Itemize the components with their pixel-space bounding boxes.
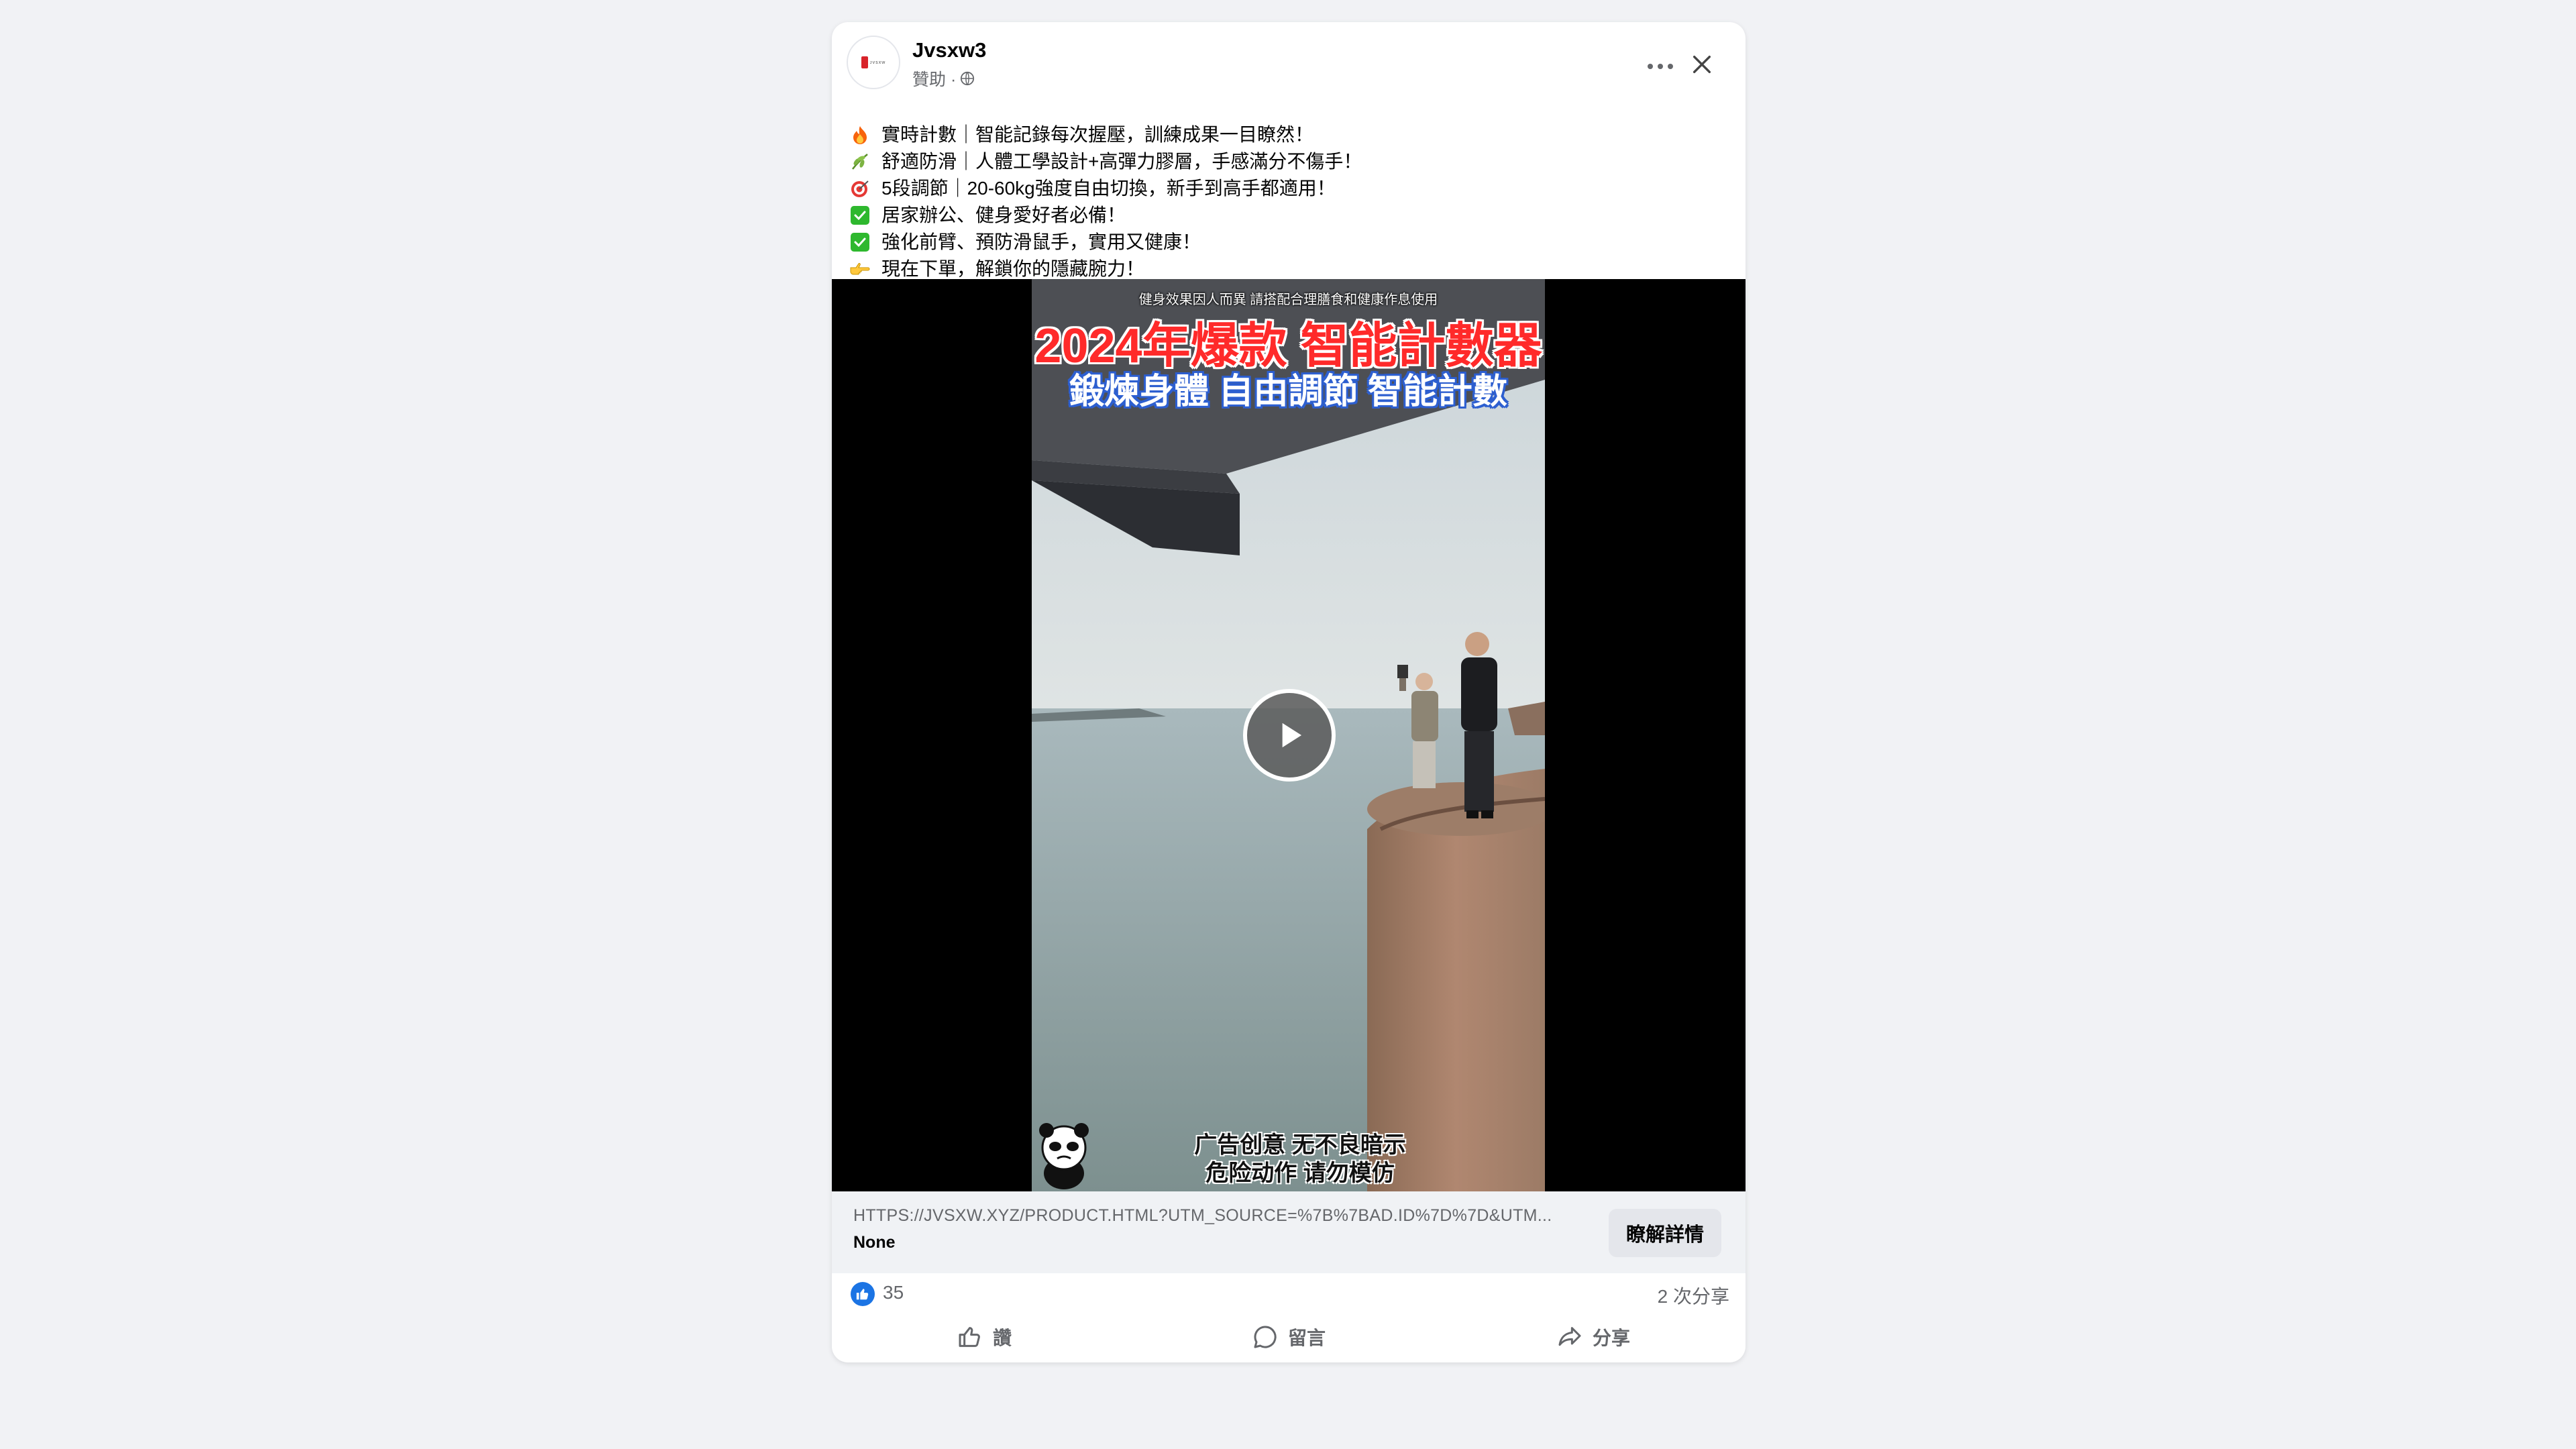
close-icon[interactable] (1685, 48, 1719, 81)
comment-icon (1254, 1326, 1277, 1348)
post-meta: 贊助 · (912, 66, 975, 91)
page-avatar[interactable]: ᴊᴠꜱxᴡ (847, 36, 900, 89)
link-title[interactable]: None (853, 1233, 896, 1252)
target-icon (848, 178, 872, 199)
herb-icon (848, 151, 872, 172)
sponsored-label: 贊助 · (912, 70, 957, 89)
ad-post-card: ᴊᴠꜱxᴡ Jvsxw3 贊助 · 實時計數｜智能記錄每次握壓，訓練成果一目瞭然… (832, 22, 1746, 1362)
health-note: 健身效果因人而異 請搭配合理膳食和健康作息使用 (1138, 292, 1438, 307)
post-text-line: 現在下單，解鎖你的隱藏腕力！ (848, 256, 1733, 282)
globe-icon (961, 71, 975, 86)
thumbs-up-icon (959, 1327, 980, 1347)
post-text-line: 5段調節｜20-60kg強度自由切換，新手到高手都適用！ (848, 175, 1733, 202)
person-right (1461, 632, 1497, 818)
like-count[interactable]: 35 (883, 1282, 904, 1303)
like-button[interactable]: 讚 (832, 1317, 1136, 1357)
page-name[interactable]: Jvsxw3 (912, 38, 986, 62)
post-actions: 讚 留言 分享 (832, 1317, 1746, 1357)
link-preview[interactable]: HTTPS://JVSXW.XYZ/PRODUCT.HTML?UTM_SOURC… (832, 1191, 1746, 1273)
play-icon[interactable] (1243, 689, 1336, 782)
panda-sticker (1039, 1123, 1089, 1189)
post-stats: 35 2 次分享 (832, 1277, 1746, 1317)
share-button[interactable]: 分享 (1441, 1317, 1746, 1357)
check-mark-icon (848, 205, 872, 226)
post-header: ᴊᴠꜱxᴡ Jvsxw3 贊助 · (832, 22, 1746, 99)
post-text-line: 強化前臂、預防滑鼠手，實用又健康！ (848, 229, 1733, 256)
share-count[interactable]: 2 次分享 (1658, 1282, 1729, 1309)
more-options-icon[interactable] (1637, 54, 1684, 78)
learn-more-button[interactable]: 瞭解詳情 (1609, 1209, 1721, 1257)
video-disclaimer: 广告创意 无不良暗示 危险动作 请勿模仿 (1194, 1132, 1406, 1186)
post-text-line: 實時計數｜智能記錄每次握壓，訓練成果一目瞭然！ (848, 121, 1733, 148)
comment-button[interactable]: 留言 (1136, 1317, 1441, 1357)
video-player[interactable]: 健身效果因人而異 請搭配合理膳食和健康作息使用 2024年爆款 智能計數器 鍛煉… (832, 279, 1746, 1191)
fire-icon (848, 124, 872, 146)
pointing-hand-icon (848, 258, 872, 280)
share-icon (1558, 1327, 1581, 1346)
link-url[interactable]: HTTPS://JVSXW.XYZ/PRODUCT.HTML?UTM_SOURC… (853, 1206, 1564, 1226)
post-text-line: 居家辦公、健身愛好者必備！ (848, 202, 1733, 229)
video-subheadline: 鍛煉身體 自由調節 智能計數 (1069, 372, 1507, 411)
brand-logo: ᴊᴠꜱxᴡ (861, 56, 886, 68)
check-mark-icon (848, 231, 872, 253)
post-text-line: 舒適防滑｜人體工學設計+高彈力膠層，手感滿分不傷手！ (848, 148, 1733, 175)
like-reaction-icon[interactable] (851, 1282, 875, 1306)
post-text: 實時計數｜智能記錄每次握壓，訓練成果一目瞭然！ 舒適防滑｜人體工學設計+高彈力膠… (848, 121, 1733, 282)
